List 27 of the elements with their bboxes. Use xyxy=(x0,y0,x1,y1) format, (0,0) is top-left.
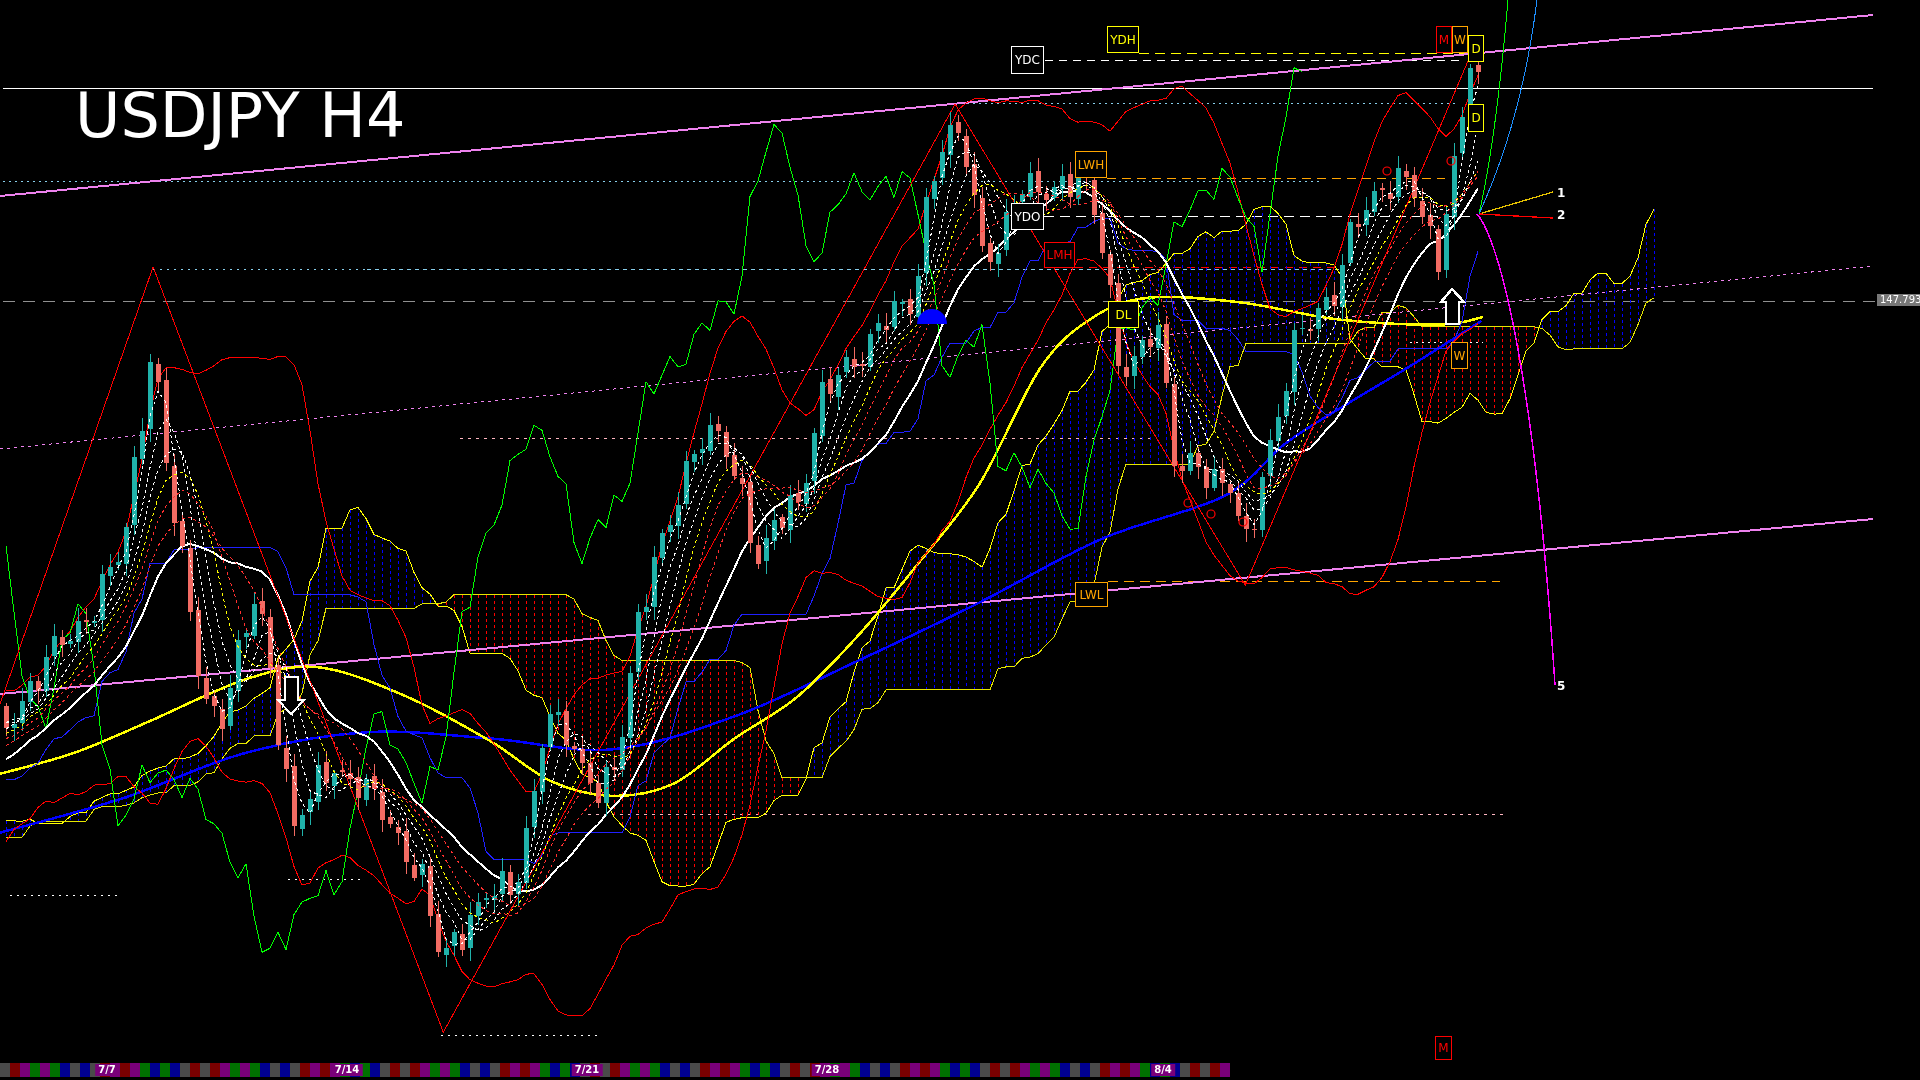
level-label: LWL xyxy=(1075,582,1108,607)
level-label: YDC xyxy=(1011,46,1044,74)
date-label: 7/21 xyxy=(571,1064,603,1076)
level-label: D xyxy=(1468,35,1484,62)
date-label: 7/28 xyxy=(811,1064,843,1076)
wave-label: 1 xyxy=(1557,187,1566,199)
level-label: YDO xyxy=(1011,203,1044,230)
ring-icon xyxy=(1206,509,1216,519)
wave-label: 5 xyxy=(1557,680,1566,692)
wave-label: 2 xyxy=(1557,209,1566,221)
level-label: W xyxy=(1452,26,1468,53)
ring-icon xyxy=(1382,166,1392,176)
ring-icon xyxy=(1238,517,1248,527)
level-label: LWH xyxy=(1075,151,1107,178)
level-label: W xyxy=(1451,342,1468,369)
down-arrow-icon xyxy=(275,676,307,716)
price-label: 147.793 xyxy=(1877,294,1920,306)
up-arrow-icon xyxy=(1438,287,1467,326)
level-label: LMH xyxy=(1044,242,1075,268)
level-label: M xyxy=(1436,26,1452,53)
level-label: D xyxy=(1468,104,1484,132)
ring-icon xyxy=(1446,156,1456,166)
level-label: M xyxy=(1435,1036,1452,1060)
level-label: YDH xyxy=(1107,26,1139,53)
ring-icon xyxy=(1183,498,1193,508)
date-label: 8/4 xyxy=(1151,1064,1175,1076)
level-label: DL xyxy=(1108,301,1139,328)
